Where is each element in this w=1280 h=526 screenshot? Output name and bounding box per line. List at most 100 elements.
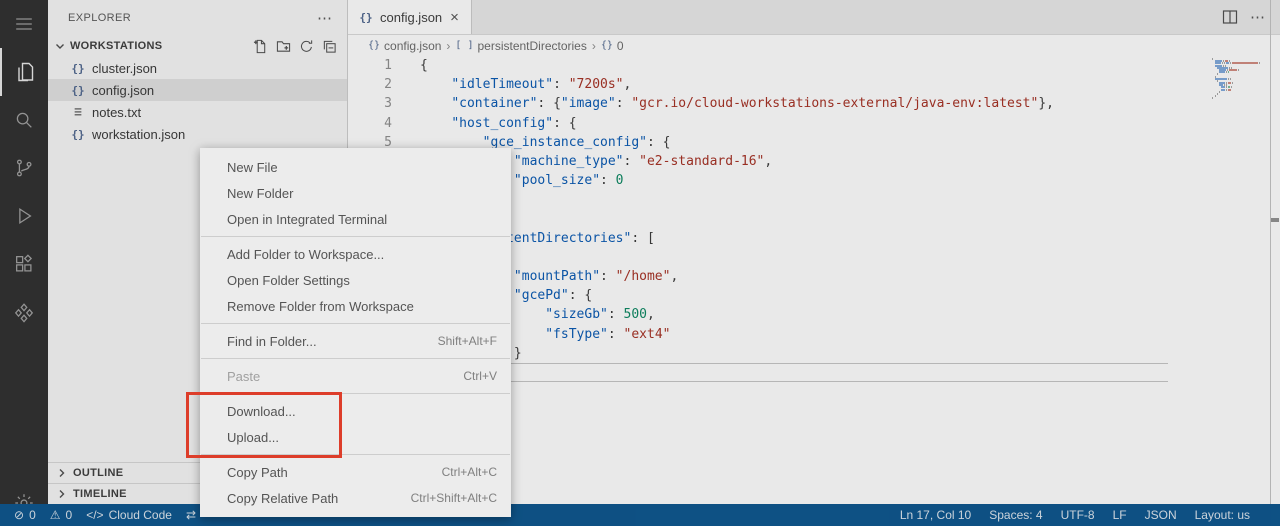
tab-label: config.json bbox=[380, 10, 442, 25]
activity-bar-spacer bbox=[0, 336, 48, 480]
context-menu-item-download[interactable]: Download... bbox=[200, 398, 511, 424]
search-icon[interactable] bbox=[0, 96, 48, 144]
menu-item-shortcut: Ctrl+Alt+C bbox=[442, 465, 497, 479]
file-item-config-json[interactable]: {}config.json bbox=[48, 79, 347, 101]
split-editor-icon[interactable] bbox=[1222, 9, 1238, 25]
code-line-2[interactable]: 2 "idleTimeout": "7200s", bbox=[348, 75, 1168, 94]
code-line-3[interactable]: 3 "container": {"image": "gcr.io/cloud-w… bbox=[348, 94, 1168, 113]
menu-item-label: New File bbox=[227, 160, 497, 175]
context-menu-item-paste: PasteCtrl+V bbox=[200, 363, 511, 389]
context-menu-item-new-file[interactable]: New File bbox=[200, 154, 511, 180]
line-text: "container": {"image": "gcr.io/cloud-wor… bbox=[392, 94, 1054, 113]
menu-separator bbox=[201, 454, 510, 455]
context-menu-item-remove-folder-from-workspace[interactable]: Remove Folder from Workspace bbox=[200, 293, 511, 319]
menu-item-shortcut: Ctrl+Shift+Alt+C bbox=[411, 491, 497, 505]
editor-more-actions-icon[interactable]: ⋯ bbox=[1250, 8, 1266, 26]
extensions-icon[interactable] bbox=[0, 240, 48, 288]
minimap[interactable] bbox=[1212, 58, 1264, 100]
menu-item-label: Find in Folder... bbox=[227, 334, 438, 349]
status-code-text: Cloud Code bbox=[109, 508, 172, 522]
line-text: { bbox=[392, 56, 428, 75]
activity-bar bbox=[0, 0, 48, 526]
menu-item-label: New Folder bbox=[227, 186, 497, 201]
menu-icon[interactable] bbox=[0, 0, 48, 48]
status-sync[interactable]: ⇄ bbox=[186, 508, 196, 522]
file-item-cluster-json[interactable]: {} cluster.json bbox=[48, 57, 347, 79]
new-file-icon[interactable] bbox=[253, 39, 268, 54]
context-menu-item-upload[interactable]: Upload... bbox=[200, 424, 511, 450]
explorer-icon[interactable] bbox=[0, 48, 48, 96]
status-error-text: 0 bbox=[29, 508, 36, 522]
new-folder-icon[interactable] bbox=[276, 39, 291, 54]
sidebar-header: EXPLORER ⋯ bbox=[48, 0, 347, 35]
tab-config-json[interactable]: {} config.json × bbox=[348, 0, 472, 34]
symbol-object-icon: {} bbox=[368, 40, 380, 51]
status-warning-text: 0 bbox=[66, 508, 73, 522]
context-menu-item-copy-path[interactable]: Copy PathCtrl+Alt+C bbox=[200, 459, 511, 485]
menu-item-label: Paste bbox=[227, 369, 463, 384]
views-more-actions-icon[interactable]: ⋯ bbox=[317, 9, 333, 27]
breadcrumb-separator: › bbox=[446, 39, 450, 53]
line-number: 2 bbox=[348, 75, 392, 94]
menu-separator bbox=[201, 236, 510, 237]
status-layout[interactable]: Layout: us bbox=[1195, 508, 1250, 522]
timeline-label: TIMELINE bbox=[73, 488, 127, 500]
chevron-down-icon bbox=[52, 38, 68, 54]
workstations-section-header[interactable]: WORKSTATIONS bbox=[48, 35, 347, 57]
menu-item-label: Download... bbox=[227, 404, 497, 419]
status-warning[interactable]: ⚠0 bbox=[50, 508, 72, 522]
status-error[interactable]: ⊘0 bbox=[14, 508, 36, 522]
context-menu-item-add-folder-to-workspace[interactable]: Add Folder to Workspace... bbox=[200, 241, 511, 267]
close-tab-icon[interactable]: × bbox=[448, 10, 461, 25]
line-number: 3 bbox=[348, 94, 392, 113]
refresh-icon[interactable] bbox=[299, 39, 314, 54]
breadcrumb-label: 0 bbox=[617, 39, 624, 53]
outline-label: OUTLINE bbox=[73, 467, 123, 479]
menu-separator bbox=[201, 393, 510, 394]
menu-item-label: Add Folder to Workspace... bbox=[227, 247, 497, 262]
code-line-1[interactable]: 1{ bbox=[348, 56, 1168, 75]
status-spaces[interactable]: Spaces: 4 bbox=[989, 508, 1042, 522]
context-menu-item-open-folder-settings[interactable]: Open Folder Settings bbox=[200, 267, 511, 293]
menu-separator bbox=[201, 358, 510, 359]
breadcrumb-label: persistentDirectories bbox=[477, 39, 586, 53]
breadcrumb-label: config.json bbox=[384, 39, 441, 53]
code-icon: </> bbox=[86, 508, 103, 522]
menu-item-label: Remove Folder from Workspace bbox=[227, 299, 497, 314]
context-menu-item-find-in-folder[interactable]: Find in Folder...Shift+Alt+F bbox=[200, 328, 511, 354]
status-code[interactable]: </> Cloud Code bbox=[86, 508, 172, 522]
status-utf-8[interactable]: UTF-8 bbox=[1061, 508, 1095, 522]
status-ln-17-col-10[interactable]: Ln 17, Col 10 bbox=[900, 508, 971, 522]
line-text: "host_config": { bbox=[392, 114, 577, 133]
collapse-all-icon[interactable] bbox=[322, 39, 337, 54]
menu-item-shortcut: Ctrl+V bbox=[463, 369, 497, 383]
error-icon: ⊘ bbox=[14, 508, 24, 522]
breadcrumb-item-persistentdirectories[interactable]: [ ] persistentDirectories bbox=[455, 39, 586, 53]
run-debug-icon[interactable] bbox=[0, 192, 48, 240]
status-lf[interactable]: LF bbox=[1113, 508, 1127, 522]
source-control-icon[interactable] bbox=[0, 144, 48, 192]
scrollbar-thumb[interactable] bbox=[1271, 218, 1279, 222]
breadcrumb-item-config-json[interactable]: {} config.json bbox=[368, 39, 441, 53]
line-text: "idleTimeout": "7200s", bbox=[392, 75, 631, 94]
json-file-icon: {} bbox=[70, 128, 86, 141]
file-item-workstation-json[interactable]: {}workstation.json bbox=[48, 123, 347, 145]
code-line-4[interactable]: 4 "host_config": { bbox=[348, 114, 1168, 133]
cloud-code-icon[interactable] bbox=[0, 288, 48, 336]
file-name: cluster.json bbox=[92, 61, 157, 76]
symbol-array-icon: [ ] bbox=[455, 40, 473, 51]
context-menu-item-open-in-integrated-terminal[interactable]: Open in Integrated Terminal bbox=[200, 206, 511, 232]
context-menu-item-copy-relative-path[interactable]: Copy Relative PathCtrl+Shift+Alt+C bbox=[200, 485, 511, 511]
json-file-icon: {} bbox=[358, 11, 374, 24]
chevron-right-icon bbox=[54, 465, 70, 481]
json-file-icon: {} bbox=[70, 62, 86, 75]
breadcrumb-item-0[interactable]: {}0 bbox=[601, 39, 624, 53]
file-name: config.json bbox=[92, 83, 154, 98]
breadcrumb: {} config.json › [ ] persistentDirectories › {… bbox=[348, 35, 1280, 56]
context-menu-item-new-folder[interactable]: New Folder bbox=[200, 180, 511, 206]
editor-scrollbar[interactable] bbox=[1270, 0, 1280, 504]
explorer-context-menu: New File New Folder Open in Integrated Ter… bbox=[200, 148, 511, 517]
file-item-notes-txt[interactable]: ≡notes.txt bbox=[48, 101, 347, 123]
status-json[interactable]: JSON bbox=[1145, 508, 1177, 522]
breadcrumb-separator: › bbox=[592, 39, 596, 53]
